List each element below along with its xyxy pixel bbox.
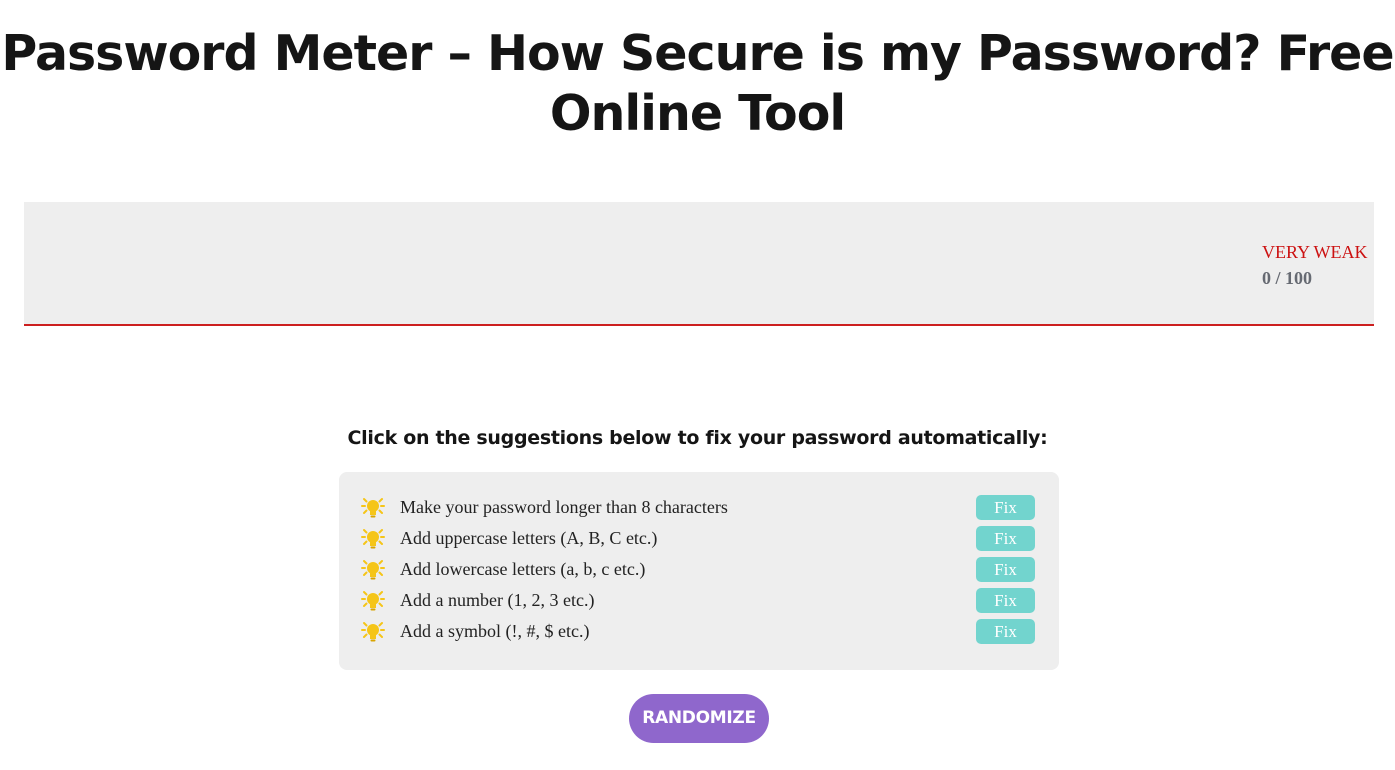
score-readout: 0 / 100: [1262, 268, 1313, 288]
lightbulb-icon: [361, 591, 385, 611]
password-input[interactable]: [48, 232, 1232, 294]
password-meter: VERY WEAK 0 / 100: [24, 202, 1374, 326]
strength-label: VERY WEAK: [1262, 242, 1368, 262]
suggestion-item: Add uppercase letters (A, B, C etc.) Fix: [339, 525, 1059, 553]
suggestion-text: Add a number (1, 2, 3 etc.): [400, 590, 595, 610]
fix-symbol-button[interactable]: Fix: [976, 619, 1035, 644]
suggestion-item: Add a symbol (!, #, $ etc.) Fix: [339, 618, 1059, 646]
suggestion-text: Add lowercase letters (a, b, c etc.): [400, 559, 646, 579]
suggestion-item: Add a number (1, 2, 3 etc.) Fix: [339, 587, 1059, 615]
fix-uppercase-button[interactable]: Fix: [976, 526, 1035, 551]
suggestions-heading: Click on the suggestions below to fix yo…: [347, 427, 1048, 449]
lightbulb-icon: [361, 560, 385, 580]
page: Password Meter – How Secure is my Passwo…: [0, 0, 1395, 770]
randomize-button[interactable]: RANDOMIZE: [629, 694, 769, 743]
suggestion-text: Add a symbol (!, #, $ etc.): [400, 621, 590, 641]
suggestion-item: Add lowercase letters (a, b, c etc.) Fix: [339, 556, 1059, 584]
lightbulb-icon: [361, 529, 385, 549]
suggestion-item: Make your password longer than 8 charact…: [339, 494, 1059, 522]
suggestions-list: Make your password longer than 8 charact…: [339, 472, 1059, 670]
suggestion-text: Make your password longer than 8 charact…: [400, 497, 728, 517]
page-title: Password Meter – How Secure is my Passwo…: [0, 24, 1395, 144]
lightbulb-icon: [361, 498, 385, 518]
page-title-text: Password Meter – How Secure is my Passwo…: [1, 25, 1394, 142]
lightbulb-icon: [361, 622, 385, 642]
fix-lowercase-button[interactable]: Fix: [976, 557, 1035, 582]
fix-length-button[interactable]: Fix: [976, 495, 1035, 520]
fix-number-button[interactable]: Fix: [976, 588, 1035, 613]
suggestion-text: Add uppercase letters (A, B, C etc.): [400, 528, 658, 548]
